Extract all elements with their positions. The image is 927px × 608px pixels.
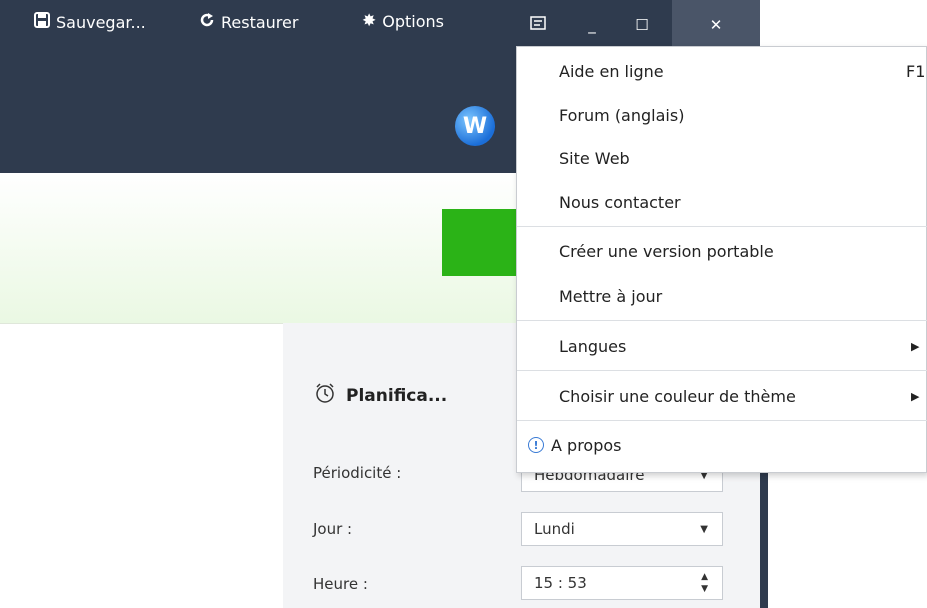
app-logo: W	[455, 106, 495, 146]
time-label: Heure :	[313, 575, 368, 593]
menu-item-languages[interactable]: Langues ▶	[517, 325, 927, 367]
menu-icon	[530, 16, 546, 34]
save-icon	[34, 12, 50, 32]
menu-item-label: Site Web	[559, 148, 630, 168]
spinner-arrows-icon[interactable]: ▲ ▼	[701, 571, 708, 595]
day-value: Lundi	[534, 520, 575, 538]
menu-item-portable-version[interactable]: Créer une version portable	[517, 230, 927, 272]
menu-item-label: Choisir une couleur de thème	[559, 386, 796, 406]
menu-item-label: Aide en ligne	[559, 61, 664, 81]
restore-label: Restaurer	[221, 12, 299, 32]
day-label: Jour :	[313, 520, 353, 538]
menu-item-label: Créer une version portable	[559, 241, 774, 261]
minimize-button[interactable]: _	[570, 0, 614, 50]
menu-separator	[517, 320, 927, 321]
menu-item-label: Langues	[559, 336, 627, 356]
menu-separator	[517, 370, 927, 371]
schedule-title: Planifica...	[314, 382, 447, 409]
start-button[interactable]	[442, 209, 522, 276]
shortcut-label: F1	[906, 61, 926, 81]
menu-item-label: Forum (anglais)	[559, 105, 685, 125]
restore-icon	[199, 12, 215, 32]
close-button[interactable]: ✕	[672, 0, 760, 50]
menu-item-label: A propos	[551, 435, 622, 455]
help-dropdown-menu: Aide en ligne F1 Forum (anglais) Site We…	[516, 46, 927, 473]
save-label: Sauvegar...	[56, 12, 146, 32]
close-icon: ✕	[709, 16, 723, 34]
chevron-down-icon: ▼	[700, 524, 708, 535]
menu-item-about[interactable]: ! A propos	[517, 424, 927, 466]
options-label: Options	[382, 12, 444, 31]
minimize-icon: _	[588, 16, 596, 34]
time-value: 15 : 53	[534, 574, 587, 592]
menu-item-website[interactable]: Site Web	[517, 137, 927, 179]
schedule-title-text: Planifica...	[346, 385, 448, 406]
menu-button[interactable]	[516, 0, 560, 50]
menu-item-online-help[interactable]: Aide en ligne F1	[517, 50, 927, 92]
menu-item-theme-color[interactable]: Choisir une couleur de thème ▶	[517, 375, 927, 417]
menu-separator	[517, 226, 927, 227]
clock-icon	[314, 382, 336, 409]
maximize-icon: ☐	[635, 16, 649, 34]
menu-item-forum[interactable]: Forum (anglais)	[517, 94, 927, 136]
periodicity-label: Périodicité :	[313, 464, 402, 482]
chevron-right-icon: ▶	[911, 339, 920, 353]
menu-separator	[517, 420, 927, 421]
gear-icon: ✸	[362, 11, 377, 31]
save-button[interactable]: Sauvegar...	[34, 12, 146, 32]
menu-item-update[interactable]: Mettre à jour	[517, 275, 927, 317]
logo-letter: W	[462, 113, 488, 139]
menu-item-contact[interactable]: Nous contacter	[517, 181, 927, 223]
menu-item-label: Mettre à jour	[559, 286, 663, 306]
menu-item-label: Nous contacter	[559, 192, 681, 212]
chevron-right-icon: ▶	[911, 389, 920, 403]
info-icon: !	[528, 437, 544, 453]
options-button[interactable]: ✸ Options	[362, 12, 444, 31]
time-stepper[interactable]: 15 : 53 ▲ ▼	[521, 566, 723, 600]
maximize-button[interactable]: ☐	[620, 0, 664, 50]
restore-button[interactable]: Restaurer	[199, 12, 298, 32]
day-select[interactable]: Lundi ▼	[521, 512, 723, 546]
